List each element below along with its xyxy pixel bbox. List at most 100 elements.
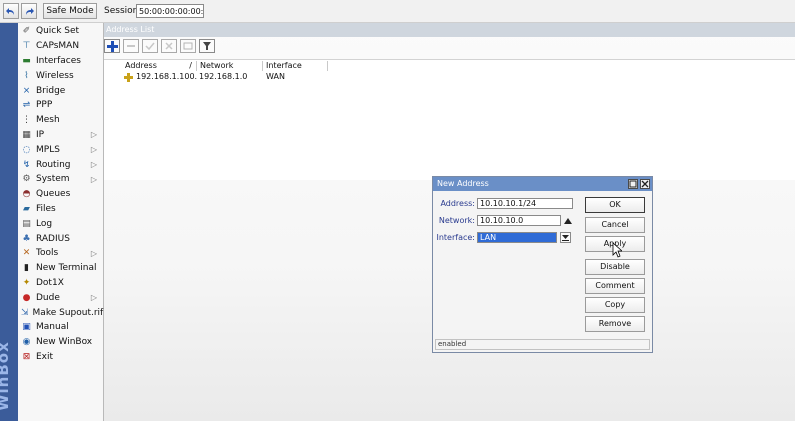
system-icon: ⚙ <box>22 174 31 185</box>
sidebar-item-label: CAPsMAN <box>36 41 80 52</box>
sidebar-item-files[interactable]: ▰ Files <box>18 202 103 217</box>
comment-item-button[interactable] <box>180 39 196 53</box>
table-row[interactable]: 192.168.1.100... 192.168.1.0 WAN <box>104 72 795 82</box>
log-icon: ▤ <box>22 218 31 229</box>
column-header-address[interactable]: Address / <box>122 61 197 71</box>
sidebar-item-new-terminal[interactable]: ▮ New Terminal <box>18 261 103 276</box>
bridge-icon: ⨯ <box>22 85 31 96</box>
sidebar-item-label: Quick Set <box>36 26 80 37</box>
exit-icon: ⊠ <box>22 351 31 362</box>
close-icon <box>641 180 649 188</box>
ppp-icon: ⇌ <box>22 100 31 111</box>
sidebar-item-label: Queues <box>36 189 71 200</box>
sidebar-item-label: Files <box>36 203 56 214</box>
dialog-close-button[interactable] <box>640 179 650 189</box>
wand-icon: ✐ <box>22 26 31 37</box>
sidebar-item-quick-set[interactable]: ✐ Quick Set <box>18 24 103 39</box>
redo-button[interactable] <box>21 3 37 19</box>
sidebar-item-wireless[interactable]: ⌇ Wireless <box>18 68 103 83</box>
sidebar-item-label: Exit <box>36 351 54 362</box>
sidebar-item-tools[interactable]: ✕ Tools ▷ <box>18 246 103 261</box>
queues-icon: ◓ <box>22 189 31 200</box>
sidebar-item-label: Routing <box>36 159 71 170</box>
cancel-button[interactable]: Cancel <box>585 217 645 233</box>
row-interface: WAN <box>266 72 285 81</box>
sidebar-item-label: Bridge <box>36 85 66 96</box>
sidebar-item-log[interactable]: ▤ Log <box>18 216 103 231</box>
interface-dropdown-button[interactable] <box>560 232 571 243</box>
sidebar-item-label: Manual <box>36 322 69 333</box>
sidebar-item-dude[interactable]: ● Dude ▷ <box>18 290 103 305</box>
ok-button[interactable]: OK <box>585 197 645 213</box>
sidebar-item-label: IP <box>36 129 45 140</box>
sidebar-item-label: Wireless <box>36 70 74 81</box>
undo-icon <box>6 7 14 15</box>
filter-icon <box>203 42 211 50</box>
sidebar-item-queues[interactable]: ◓ Queues <box>18 187 103 202</box>
mpls-icon: ◌ <box>22 144 31 155</box>
sidebar-item-interfaces[interactable]: ▬ Interfaces <box>18 54 103 69</box>
top-toolbar: Safe Mode Session: 50:00:00:00:00:03 <box>0 0 795 23</box>
sidebar-item-routing[interactable]: ↯ Routing ▷ <box>18 157 103 172</box>
column-header-interface[interactable]: Interface <box>263 61 328 71</box>
column-header-network[interactable]: Network <box>197 61 263 71</box>
sidebar-item-manual[interactable]: ▣ Manual <box>18 320 103 335</box>
network-input[interactable]: 10.10.10.0 <box>477 215 561 226</box>
interface-select[interactable]: LAN <box>477 232 557 243</box>
sidebar-item-ip[interactable]: ▦ IP ▷ <box>18 128 103 143</box>
sidebar-item-label: Dude <box>36 292 60 303</box>
sort-icon: / <box>189 61 192 70</box>
sidebar-item-radius[interactable]: ♣ RADIUS <box>18 231 103 246</box>
sidebar-item-make-supout-rif[interactable]: ⇲ Make Supout.rif <box>18 305 103 320</box>
copy-button[interactable]: Copy <box>585 297 645 313</box>
address-list-toolbar <box>104 39 218 55</box>
dialog-status-bar: enabled <box>435 339 650 350</box>
sidebar-item-dot1x[interactable]: ✦ Dot1X <box>18 276 103 291</box>
address-list-titlebar: Address List <box>104 23 795 37</box>
comment-button[interactable]: Comment <box>585 278 645 294</box>
submenu-arrow-icon: ▷ <box>90 160 97 170</box>
dialog-maximize-button[interactable] <box>628 179 638 189</box>
remove-item-button[interactable] <box>123 39 139 53</box>
add-button[interactable] <box>104 39 120 53</box>
folder-icon: ▰ <box>23 203 30 214</box>
sidebar-item-exit[interactable]: ⊠ Exit <box>18 350 103 365</box>
submenu-arrow-icon: ▷ <box>90 145 97 155</box>
sidebar-item-label: RADIUS <box>36 233 70 244</box>
undo-button[interactable] <box>3 3 19 19</box>
address-input[interactable]: 10.10.10.1/24 <box>477 198 573 209</box>
sidebar-item-label: Log <box>36 218 53 229</box>
disable-item-button[interactable] <box>161 39 177 53</box>
antenna-icon: ⊤ <box>22 41 31 52</box>
sidebar-item-bridge[interactable]: ⨯ Bridge <box>18 83 103 98</box>
remove-button[interactable]: Remove <box>585 316 645 332</box>
submenu-arrow-icon: ▷ <box>90 248 97 258</box>
dude-icon: ● <box>22 292 31 303</box>
sidebar-item-system[interactable]: ⚙ System ▷ <box>18 172 103 187</box>
sidebar-item-mesh[interactable]: ⋮ Mesh <box>18 113 103 128</box>
enable-button[interactable] <box>142 39 158 53</box>
address-label: Address: <box>440 199 475 208</box>
filter-button[interactable] <box>199 39 215 53</box>
sidebar-item-mpls[interactable]: ◌ MPLS ▷ <box>18 142 103 157</box>
disable-button[interactable]: Disable <box>585 259 645 275</box>
dot1x-icon: ✦ <box>22 277 31 288</box>
sidebar-item-ppp[interactable]: ⇌ PPP <box>18 98 103 113</box>
sidebar-menu: ✐ Quick Set ⊤ CAPsMAN ▬ Interfaces ⌇ Wireless ⨯ B… <box>18 23 104 421</box>
safe-mode-button[interactable]: Safe Mode <box>43 3 97 19</box>
collapse-up-icon[interactable] <box>564 218 572 224</box>
x-icon <box>165 42 173 50</box>
network-label: Network: <box>438 216 475 225</box>
interfaces-icon: ▬ <box>22 55 31 66</box>
sidebar-item-capsman[interactable]: ⊤ CAPsMAN <box>18 39 103 54</box>
session-input[interactable]: 50:00:00:00:00:03 <box>136 4 204 18</box>
ip-icon: ▦ <box>22 129 31 140</box>
sidebar-item-label: Tools <box>36 248 59 259</box>
check-icon <box>145 42 155 51</box>
sidebar-item-label: MPLS <box>36 144 60 155</box>
sidebar-item-label: Mesh <box>36 115 60 126</box>
interface-label: Interface: <box>436 233 475 242</box>
sidebar-item-new-winbox[interactable]: ◉ New WinBox <box>18 335 103 350</box>
maximize-icon <box>629 180 637 188</box>
manual-icon: ▣ <box>22 322 31 333</box>
